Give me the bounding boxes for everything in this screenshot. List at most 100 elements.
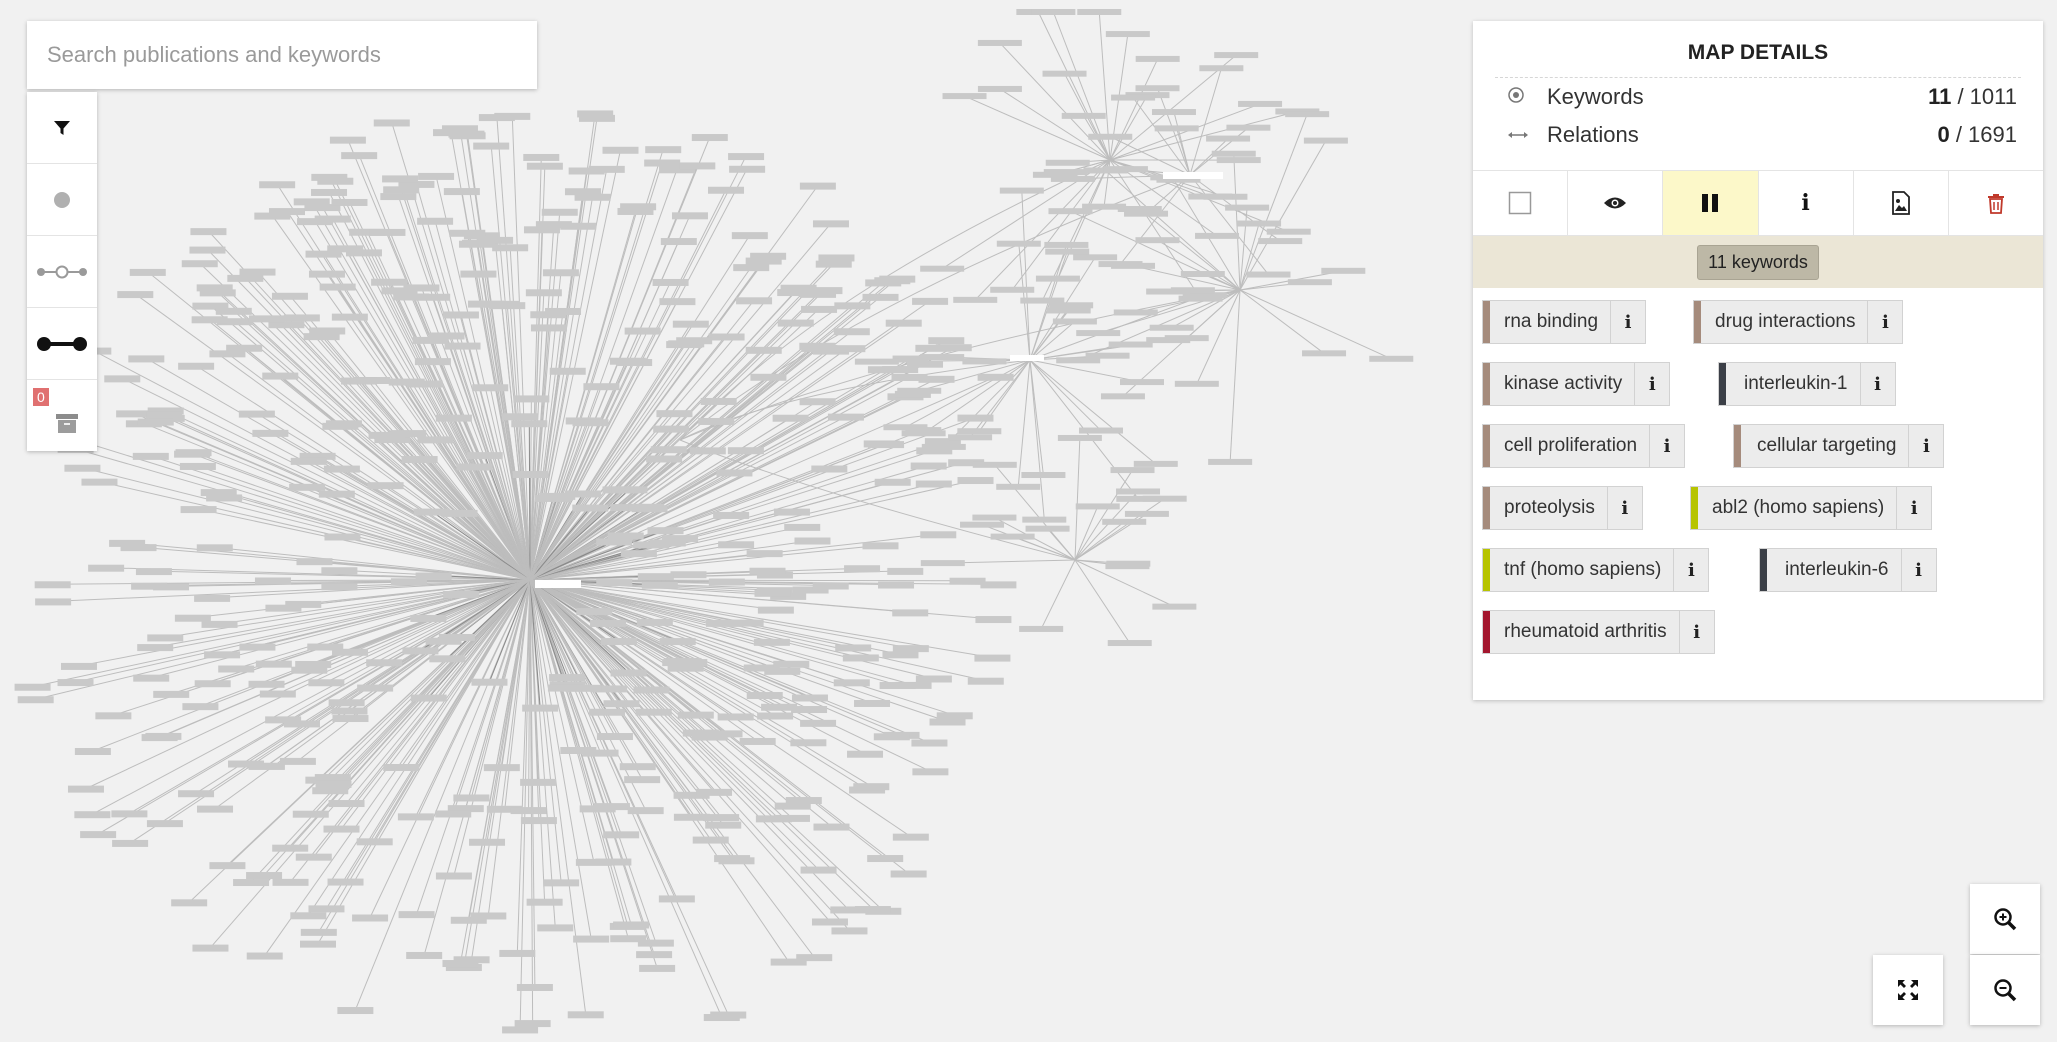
graph-node[interactable] — [80, 831, 117, 839]
graph-node[interactable] — [460, 270, 497, 278]
graph-node[interactable] — [192, 944, 229, 952]
graph-node[interactable] — [239, 268, 276, 276]
graph-node[interactable] — [750, 252, 787, 260]
graph-node[interactable] — [189, 246, 226, 254]
graph-node[interactable] — [429, 655, 466, 663]
graph-node[interactable] — [473, 142, 510, 150]
graph-node[interactable] — [1195, 232, 1240, 239]
graph-node[interactable] — [201, 620, 238, 628]
graph-node[interactable] — [977, 39, 1022, 46]
graph-node[interactable] — [332, 715, 369, 723]
graph-node[interactable] — [456, 463, 493, 471]
graph-node[interactable] — [882, 651, 919, 659]
graph-node[interactable] — [383, 764, 420, 772]
graph-node[interactable] — [246, 952, 283, 960]
graph-node[interactable] — [1116, 488, 1161, 495]
graph-node[interactable] — [883, 424, 928, 431]
pause-button[interactable] — [1663, 171, 1759, 235]
graph-node[interactable] — [414, 293, 451, 301]
graph-node[interactable] — [204, 651, 241, 659]
graph-node[interactable] — [117, 291, 154, 299]
graph-node[interactable] — [890, 870, 927, 878]
graph-node[interactable] — [239, 643, 276, 651]
graph-node[interactable] — [700, 397, 737, 405]
graph-node[interactable] — [443, 188, 480, 196]
graph-node[interactable] — [560, 747, 597, 755]
graph-node[interactable] — [739, 737, 776, 745]
graph-node[interactable] — [329, 136, 366, 144]
graph-node[interactable] — [885, 319, 922, 327]
graph-node[interactable] — [272, 878, 309, 886]
graph-node[interactable] — [292, 810, 329, 818]
graph-node[interactable] — [624, 776, 661, 784]
keyword-chip-tnf-homo-sapiens[interactable]: tnf (homo sapiens) i — [1482, 548, 1710, 592]
graph-node[interactable] — [645, 146, 682, 154]
graph-node[interactable] — [352, 914, 389, 922]
graph-node[interactable] — [458, 240, 495, 248]
graph-node[interactable] — [691, 134, 728, 142]
graph-node[interactable] — [1174, 380, 1219, 387]
keyword-info-icon[interactable]: i — [1908, 425, 1943, 467]
filter-button[interactable] — [27, 92, 97, 164]
graph-node[interactable] — [679, 162, 716, 170]
graph-node[interactable] — [596, 579, 633, 587]
graph-node[interactable] — [262, 372, 299, 380]
graph-node[interactable] — [990, 286, 1035, 293]
graph-node[interactable] — [656, 410, 693, 418]
graph-node[interactable] — [470, 912, 507, 920]
graph-node[interactable] — [297, 218, 334, 226]
graph-node[interactable] — [1077, 9, 1122, 15]
graph-node[interactable] — [672, 320, 709, 328]
graph-node[interactable] — [750, 373, 787, 381]
graph-node[interactable] — [514, 1020, 551, 1028]
graph-node[interactable] — [972, 514, 1017, 521]
graph-node[interactable] — [755, 815, 792, 823]
graph-node[interactable] — [1113, 309, 1158, 316]
graph-node[interactable] — [815, 260, 852, 268]
graph-node[interactable] — [716, 469, 753, 477]
graph-node[interactable] — [406, 951, 443, 959]
graph-node[interactable] — [1303, 137, 1348, 144]
graph-node[interactable] — [321, 583, 358, 591]
graph-node[interactable] — [1019, 625, 1064, 632]
graph-node[interactable] — [279, 757, 316, 765]
graph-node[interactable] — [428, 332, 465, 340]
graph-node[interactable] — [854, 358, 899, 365]
graph-node[interactable] — [627, 807, 664, 815]
graph-node[interactable] — [1188, 193, 1233, 200]
graph-node[interactable] — [300, 928, 337, 936]
graph-node[interactable] — [153, 583, 190, 591]
graph-node[interactable] — [321, 567, 358, 575]
graph-node[interactable] — [567, 1011, 604, 1019]
graph-node[interactable] — [248, 762, 285, 770]
graph-node[interactable] — [868, 441, 905, 449]
graph-node[interactable] — [132, 452, 169, 460]
graph-node[interactable] — [328, 699, 365, 707]
graph-node[interactable] — [827, 413, 864, 421]
graph-node[interactable] — [472, 384, 509, 392]
graph-node[interactable] — [541, 208, 578, 216]
graph-node[interactable] — [194, 680, 231, 688]
graph-node[interactable] — [948, 434, 993, 441]
graph-node[interactable] — [653, 425, 690, 433]
graph-node[interactable] — [1048, 208, 1093, 215]
graph-node[interactable] — [619, 763, 656, 771]
graph-node[interactable] — [617, 207, 654, 215]
graph-node[interactable] — [414, 358, 451, 366]
graph-node[interactable] — [331, 707, 368, 715]
graph-node[interactable] — [911, 739, 948, 747]
graph-node[interactable] — [295, 853, 332, 861]
graph-node[interactable] — [915, 344, 952, 352]
graph-node[interactable] — [1119, 379, 1164, 386]
graph-node[interactable] — [835, 644, 872, 652]
graph-node[interactable] — [831, 927, 868, 935]
graph-node[interactable] — [1180, 271, 1225, 278]
graph-node[interactable] — [227, 274, 264, 282]
graph-node[interactable] — [397, 813, 434, 821]
graph-node[interactable] — [418, 172, 455, 180]
graph-node[interactable] — [636, 618, 673, 626]
graph-node[interactable] — [999, 187, 1044, 194]
graph-node[interactable] — [1100, 393, 1145, 400]
graph-node[interactable] — [537, 924, 574, 932]
graph-node[interactable] — [449, 229, 486, 237]
